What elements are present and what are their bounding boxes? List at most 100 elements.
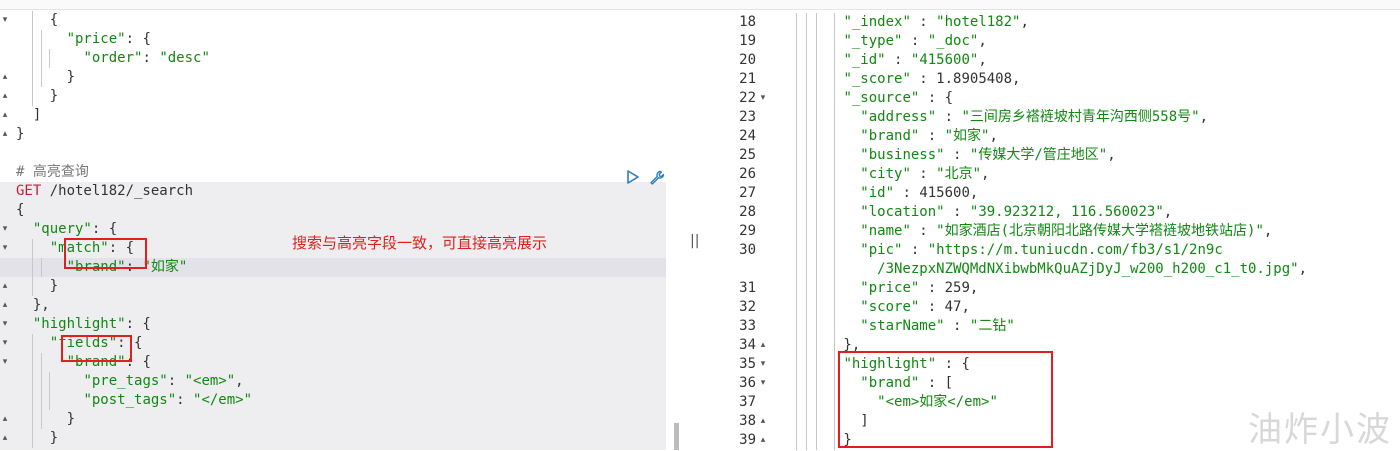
fold-collapse-icon[interactable]: ▾ <box>758 355 768 374</box>
fold-collapse-icon[interactable]: ▾ <box>0 315 10 334</box>
code-text: "order": "desc" <box>16 49 209 68</box>
watermark: 油炸小波 <box>1248 410 1392 450</box>
code-token: 47 <box>944 299 962 315</box>
indent-guide <box>32 239 34 258</box>
code-line[interactable]: "order": "desc" <box>0 49 666 68</box>
code-text: "price": { <box>16 30 151 49</box>
code-token: , <box>981 166 990 182</box>
fold-end-icon[interactable]: ▴ <box>0 106 10 125</box>
line-number: 34 <box>739 337 756 353</box>
code-line[interactable]: "pre_tags": "<em>", <box>0 372 666 391</box>
fold-end-icon[interactable]: ▴ <box>0 296 10 315</box>
fold-end-icon[interactable]: ▴ <box>0 87 10 106</box>
divider-grip-icon[interactable]: || <box>690 233 699 249</box>
pane-divider[interactable] <box>672 10 706 450</box>
code-token: "price" <box>66 31 126 47</box>
fold-end-icon[interactable]: ▴ <box>758 336 768 355</box>
code-token: "location" <box>860 204 945 220</box>
fold-end-icon[interactable]: ▴ <box>0 68 10 87</box>
code-line[interactable]: ▴ ] <box>0 106 666 125</box>
code-token: "business" <box>860 147 945 163</box>
code-text: { <box>16 201 24 220</box>
code-text: "address" : "三间房乡褡裢坡村青年沟西侧558号", <box>776 108 1208 127</box>
code-line[interactable]: ▴ } <box>0 429 666 448</box>
code-token: , <box>1199 109 1209 125</box>
code-line[interactable]: ▴ }, <box>0 296 666 315</box>
code-token: "query" <box>32 221 92 237</box>
code-line[interactable]: ▾ { <box>0 11 666 30</box>
code-line[interactable]: ▴} <box>0 125 666 144</box>
code-line[interactable]: ▴ } <box>0 87 666 106</box>
fold-collapse-icon[interactable]: ▾ <box>0 11 10 30</box>
line-number: 28 <box>739 204 756 220</box>
code-line[interactable] <box>0 144 666 163</box>
line-number: 25 <box>739 147 756 163</box>
request-editor[interactable]: ▾ { "price": { "order": "desc" ▴ } ▴ } ▴ ] ▴… <box>0 10 672 450</box>
fold-end-icon[interactable]: ▴ <box>0 429 10 448</box>
response-line: 26 "city" : "北京", <box>706 165 1400 184</box>
code-text: "location" : "39.923212, 116.560023", <box>776 203 1172 222</box>
fold-end-icon[interactable]: ▴ <box>758 412 768 431</box>
fold-collapse-icon[interactable]: ▾ <box>758 374 768 393</box>
code-text: } <box>16 410 75 429</box>
code-line[interactable]: # 高亮查询 <box>0 163 666 182</box>
code-text: }, <box>16 296 50 315</box>
code-token: "_type" <box>843 33 903 49</box>
indent-guide <box>49 372 51 391</box>
code-line[interactable]: ▴ } <box>0 410 666 429</box>
code-token: "如家" <box>142 259 188 275</box>
scrollbar-thumb[interactable] <box>674 423 679 450</box>
fold-collapse-icon[interactable]: ▾ <box>0 220 10 239</box>
code-token: } <box>16 88 59 104</box>
code-token: "highlight" <box>32 316 126 332</box>
code-token: "pre_tags" <box>83 373 168 389</box>
code-line[interactable]: ▴ } <box>0 68 666 87</box>
line-number: 30 <box>739 242 756 258</box>
code-line[interactable]: "post_tags": "</em>" <box>0 391 666 410</box>
fold-collapse-icon[interactable]: ▾ <box>758 89 768 108</box>
line-number: 18 <box>739 14 756 30</box>
wrench-icon[interactable] <box>648 169 666 191</box>
line-number: 23 <box>739 109 756 125</box>
code-line[interactable]: GET /hotel182/_search <box>0 182 666 201</box>
code-token: : <box>944 204 970 220</box>
indent-guide <box>32 277 34 296</box>
indent-guide <box>40 410 42 429</box>
line-number: 27 <box>739 185 756 201</box>
code-line[interactable]: ▾ "highlight": { <box>0 315 666 334</box>
play-icon[interactable] <box>626 169 640 189</box>
fold-end-icon[interactable]: ▴ <box>0 277 10 296</box>
code-line[interactable]: "price": { <box>0 30 666 49</box>
code-line[interactable]: ▴ } <box>0 277 666 296</box>
code-text: } <box>16 87 58 106</box>
code-line[interactable]: { <box>0 201 666 220</box>
code-token: : <box>910 71 937 87</box>
indent-guide <box>32 11 34 30</box>
code-text: "id" : 415600, <box>776 184 978 203</box>
code-token: : <box>167 373 185 389</box>
code-token: 415600 <box>919 185 970 201</box>
line-number: 21 <box>739 71 756 87</box>
fold-end-icon[interactable]: ▴ <box>0 125 10 144</box>
indent-guide <box>40 30 42 49</box>
response-line: 33 "starName" : "二钻" <box>706 317 1400 336</box>
code-token: : <box>894 185 920 201</box>
response-line: 36 ▾ "brand" : [ <box>706 374 1400 393</box>
fold-end-icon[interactable]: ▴ <box>758 431 768 450</box>
code-token: # 高亮查询 <box>16 164 89 180</box>
fold-collapse-icon[interactable]: ▾ <box>0 353 10 372</box>
code-text: "highlight": { <box>16 315 151 334</box>
indent-guide <box>32 87 34 106</box>
response-line: /3NezpxNZWQMdNXibwbMkQuAZjDyJ_w200_h200_… <box>706 260 1400 279</box>
fold-collapse-icon[interactable]: ▾ <box>0 239 10 258</box>
fold-end-icon[interactable]: ▴ <box>0 410 10 429</box>
fold-collapse-icon[interactable]: ▾ <box>0 334 10 353</box>
code-token: "hotel182" <box>936 14 1021 30</box>
response-viewer[interactable]: 18 "_index" : "hotel182", 19 "_type" : "_… <box>706 10 1400 450</box>
response-line: 25 "business" : "传媒大学/管庄地区", <box>706 146 1400 165</box>
